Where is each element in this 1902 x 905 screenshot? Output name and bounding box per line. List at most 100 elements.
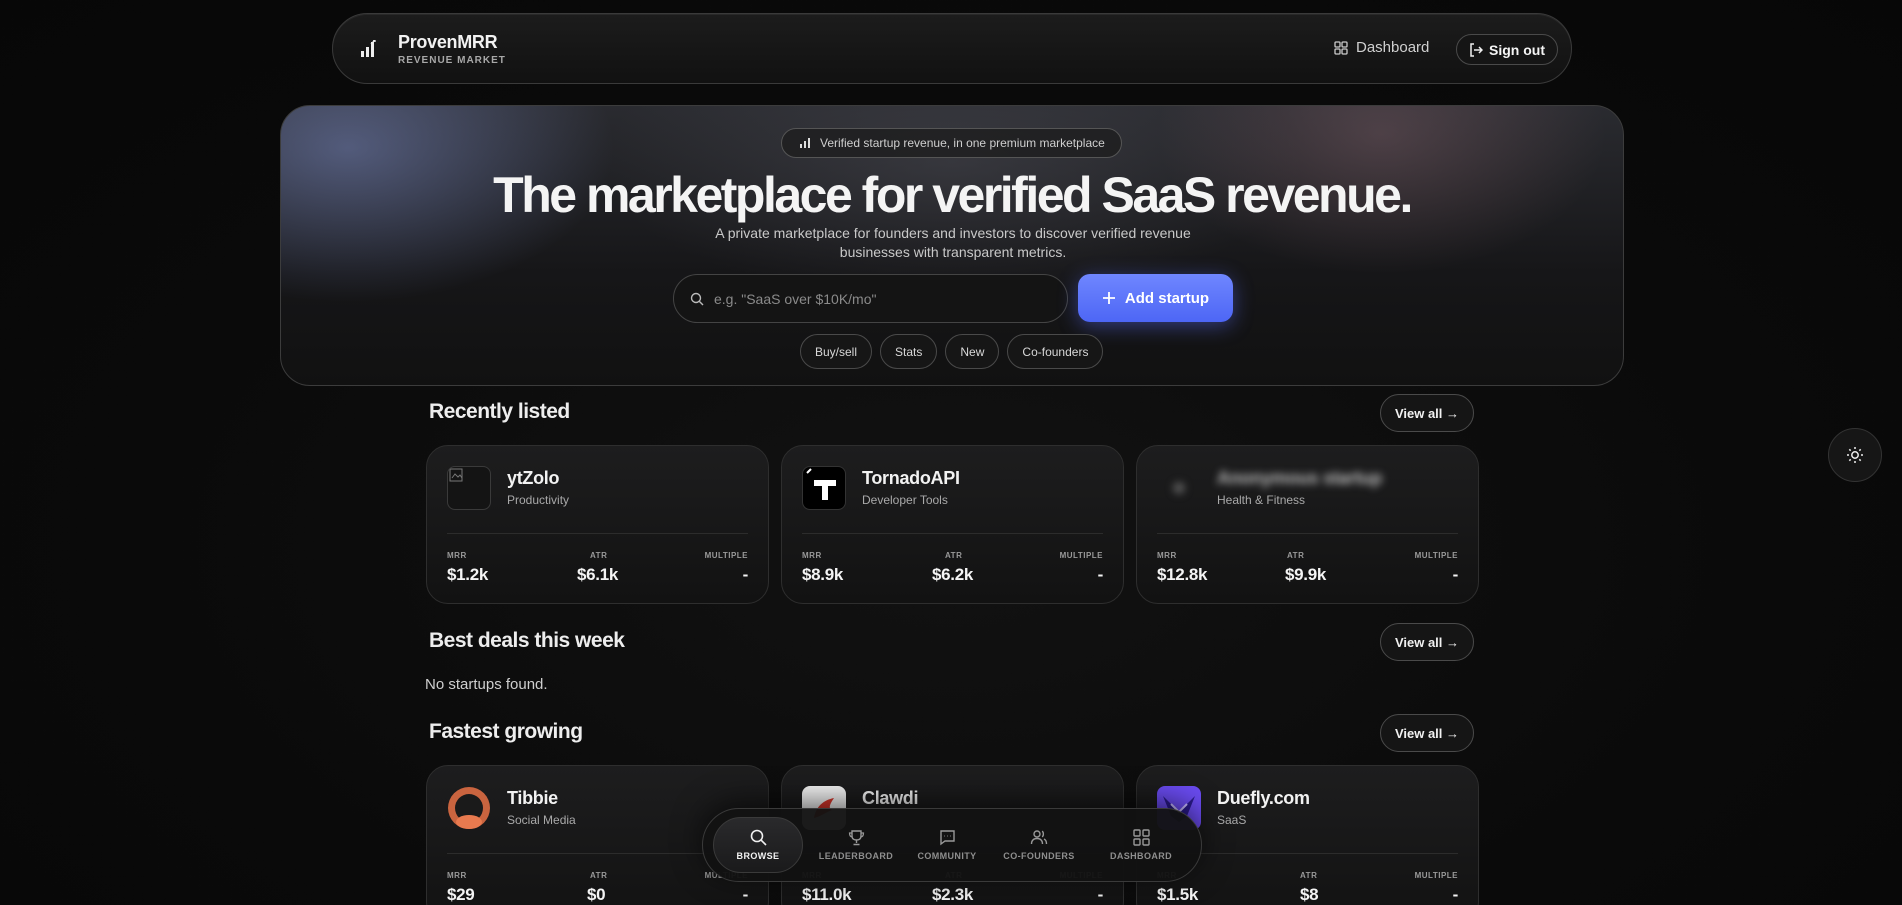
chip-new[interactable]: New (945, 334, 1000, 369)
chat-icon (939, 830, 955, 846)
view-all-recently-listed-button[interactable]: View all → (1380, 394, 1474, 432)
multiple-label: MULTIPLE (1414, 551, 1458, 560)
atr-label: ATR (945, 551, 963, 560)
add-startup-button[interactable]: Add startup (1078, 274, 1233, 322)
hero-title: The marketplace for verified SaaS revenu… (493, 167, 1413, 223)
atr-value: $6.2k (932, 565, 974, 584)
card-divider (1157, 533, 1458, 534)
startup-category: Health & Fitness (1217, 493, 1306, 507)
startup-name: TornadoAPI (862, 468, 960, 488)
view-all-best-deals-button[interactable]: View all → (1380, 623, 1474, 661)
chip-stats[interactable]: Stats (880, 334, 938, 369)
empty-state-text: No startups found. (425, 676, 548, 693)
dashboard-link-label: Dashboard (1356, 39, 1430, 56)
mrr-value: $1.5k (1157, 885, 1199, 904)
multiple-value: - (1452, 885, 1459, 904)
multiple-value: - (742, 565, 749, 584)
search-icon (690, 292, 704, 305)
atr-value: $9.9k (1285, 565, 1327, 584)
hero-pill: Verified startup revenue, in one premium… (781, 128, 1122, 158)
view-all-fastest-growing-button[interactable]: View all → (1380, 714, 1474, 752)
mrr-label: MRR (447, 551, 467, 560)
brand-subtitle: REVENUE MARKET (398, 55, 506, 66)
mrr-value: $8.9k (802, 565, 844, 584)
multiple-label: MULTIPLE (704, 551, 748, 560)
sun-icon (1847, 447, 1863, 463)
startup-name: ytZolo (507, 468, 560, 488)
multiple-value: - (742, 885, 749, 904)
multiple-label: MULTIPLE (1059, 551, 1103, 560)
atr-label: ATR (590, 551, 608, 560)
multiple-value: - (1097, 885, 1104, 904)
card-divider (447, 533, 748, 534)
bar-chart-icon[interactable] (360, 40, 376, 58)
atr-label: ATR (1287, 551, 1305, 560)
add-startup-label: Add startup (1124, 289, 1210, 307)
hero-section: Verified startup revenue, in one premium… (280, 105, 1624, 386)
dashboard-link[interactable]: Dashboard (1334, 39, 1429, 56)
plus-icon (1102, 292, 1115, 304)
section-title-recently-listed: Recently listed (429, 400, 570, 423)
bottom-nav-label: COMMUNITY (917, 851, 977, 861)
chip-co-founders[interactable]: Co-founders (1007, 334, 1104, 369)
startup-card[interactable]: Anonymous startup Health & Fitness MRR A… (1136, 445, 1479, 604)
section-title-best-deals: Best deals this week (429, 629, 625, 652)
search-input[interactable] (714, 290, 1044, 307)
bottom-nav-leaderboard[interactable]: LEADERBOARD (818, 817, 894, 873)
startup-category: Social Media (507, 813, 576, 827)
hero-pill-text: Verified startup revenue, in one premium… (820, 136, 1105, 150)
atr-label: ATR (1300, 871, 1318, 880)
mrr-label: MRR (802, 551, 822, 560)
atr-value: $0 (587, 885, 606, 904)
startup-name: Anonymous startup (1217, 468, 1382, 488)
mrr-value: $1.2k (447, 565, 489, 584)
theme-toggle-button[interactable] (1828, 428, 1882, 482)
startup-card[interactable]: TornadoAPI Developer Tools MRR ATR MULTI… (781, 445, 1124, 604)
trophy-icon (848, 830, 864, 846)
mrr-value: $12.8k (1157, 565, 1208, 584)
sign-out-label: Sign out (1489, 41, 1545, 58)
grid-icon (1334, 40, 1348, 55)
atr-label: ATR (590, 871, 608, 880)
startup-logo (447, 786, 491, 830)
startup-logo (1157, 466, 1201, 510)
chip-buy-sell[interactable]: Buy/sell (800, 334, 873, 369)
bottom-nav-co-founders[interactable]: CO-FOUNDERS (1003, 817, 1075, 873)
users-icon (1030, 830, 1048, 845)
bottom-nav-label: CO-FOUNDERS (1003, 851, 1075, 861)
startup-category: Developer Tools (862, 493, 948, 507)
startup-category: SaaS (1217, 813, 1247, 827)
mrr-label: MRR (1157, 551, 1177, 560)
grid-icon (1132, 829, 1150, 846)
card-divider (1157, 853, 1458, 854)
broken-image-icon (449, 468, 463, 482)
bottom-nav-label: DASHBOARD (1109, 851, 1173, 861)
atr-value: $8 (1300, 885, 1319, 904)
bottom-nav-label: LEADERBOARD (818, 851, 894, 861)
bottom-nav-browse[interactable]: BROWSE (713, 817, 803, 873)
section-title-fastest-growing: Fastest growing (429, 720, 583, 743)
card-divider (802, 533, 1103, 534)
filter-chips: Buy/sell Stats New Co-founders (800, 334, 1104, 369)
bottom-nav-community[interactable]: COMMUNITY (915, 817, 979, 873)
logout-icon (1470, 42, 1483, 57)
multiple-value: - (1097, 565, 1104, 584)
tornado-t-logo-icon (806, 468, 836, 500)
startup-name: Tibbie (507, 788, 558, 808)
hero-description: A private marketplace for founders and i… (715, 225, 1191, 260)
sign-out-button[interactable]: Sign out (1456, 34, 1558, 65)
search-icon (750, 829, 767, 846)
tibbie-logo-icon (448, 787, 490, 829)
bottom-nav-label: BROWSE (736, 851, 780, 861)
startup-name: Clawdi (862, 788, 919, 808)
bottom-nav-dashboard[interactable]: DASHBOARD (1109, 817, 1173, 873)
multiple-value: - (1452, 565, 1459, 584)
search-box[interactable] (673, 274, 1068, 323)
brand-title[interactable]: ProvenMRR (398, 32, 498, 53)
bar-chart-icon (800, 138, 810, 148)
top-navbar: ProvenMRR REVENUE MARKET Dashboard Sign … (332, 13, 1572, 84)
bottom-navigation: BROWSE LEADERBOARD COMMUNITY CO-FOUNDERS (702, 808, 1202, 882)
startup-name: Duefly.com (1217, 788, 1310, 808)
startup-card[interactable]: ytZolo Productivity MRR ATR MULTIPLE $1.… (426, 445, 769, 604)
startup-logo (447, 466, 491, 510)
